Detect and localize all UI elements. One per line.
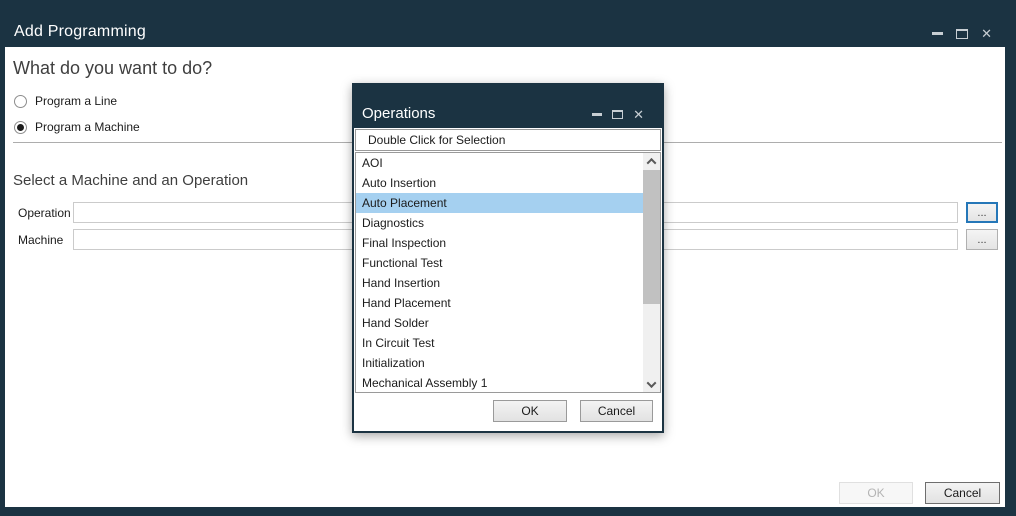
operation-list-item[interactable]: Functional Test	[356, 253, 643, 273]
operations-cancel-button[interactable]: Cancel	[580, 400, 653, 422]
list-column-header: Double Click for Selection	[355, 129, 661, 151]
radio-program-a-machine[interactable]: Program a Machine	[14, 119, 140, 135]
operations-dialog-title: Operations	[362, 105, 435, 122]
selection-heading: Select a Machine and an Operation	[13, 172, 248, 189]
close-icon: ✕	[981, 27, 992, 40]
minimize-button[interactable]	[592, 113, 602, 116]
operations-titlebar[interactable]: Operations ✕	[352, 83, 664, 128]
operations-list: AOI Auto Insertion Auto Placement Diagno…	[355, 152, 661, 393]
operation-list-item[interactable]: Initialization	[356, 353, 643, 373]
operation-list-item[interactable]: Auto Insertion	[356, 173, 643, 193]
machine-label: Machine	[18, 233, 63, 247]
operation-list-item[interactable]: Hand Insertion	[356, 273, 643, 293]
close-icon: ✕	[633, 108, 644, 121]
operations-dialog: Operations ✕ Double Click for Selection …	[352, 83, 664, 433]
maximize-icon	[956, 29, 968, 39]
radio-label: Program a Line	[35, 94, 117, 108]
close-button[interactable]: ✕	[633, 108, 644, 121]
operation-list-item[interactable]: Diagnostics	[356, 213, 643, 233]
operation-browse-button[interactable]: ...	[966, 202, 998, 223]
scroll-up-button[interactable]	[643, 153, 660, 169]
add-programming-window: Add Programming ✕ What do you want to do…	[0, 0, 1016, 516]
operation-list-item[interactable]: Final Inspection	[356, 233, 643, 253]
operations-dialog-content: Double Click for Selection AOI Auto Inse…	[354, 128, 662, 431]
cancel-button[interactable]: Cancel	[925, 482, 1000, 504]
maximize-button[interactable]	[956, 29, 968, 39]
minimize-button[interactable]	[932, 32, 943, 35]
scrollbar-thumb[interactable]	[643, 170, 660, 304]
maximize-button[interactable]	[612, 110, 623, 119]
main-window-controls: ✕	[932, 27, 992, 40]
ok-button[interactable]: OK	[839, 482, 913, 504]
minimize-icon	[932, 32, 943, 35]
window-title: Add Programming	[14, 23, 146, 41]
radio-selected-icon	[14, 121, 27, 134]
operation-list-item[interactable]: Mechanical Assembly 1	[356, 373, 643, 393]
close-button[interactable]: ✕	[981, 27, 992, 40]
operation-label: Operation	[18, 206, 71, 220]
scroll-down-button[interactable]	[643, 376, 660, 392]
question-heading: What do you want to do?	[13, 58, 212, 79]
chevron-down-icon	[647, 378, 657, 388]
list-scrollbar[interactable]	[643, 153, 660, 392]
chevron-up-icon	[647, 157, 657, 167]
operations-ok-button[interactable]: OK	[493, 400, 567, 422]
radio-program-a-line[interactable]: Program a Line	[14, 93, 117, 109]
operation-list-item[interactable]: In Circuit Test	[356, 333, 643, 353]
minimize-icon	[592, 113, 602, 116]
operations-window-controls: ✕	[592, 108, 644, 121]
radio-unselected-icon	[14, 95, 27, 108]
operation-list-item[interactable]: Hand Solder	[356, 313, 643, 333]
operation-list-item[interactable]: AOI	[356, 153, 643, 173]
operation-list-item-selected[interactable]: Auto Placement	[356, 193, 643, 213]
main-titlebar[interactable]: Add Programming ✕	[0, 0, 1016, 47]
operation-list-item[interactable]: Hand Placement	[356, 293, 643, 313]
radio-label: Program a Machine	[35, 120, 140, 134]
machine-browse-button[interactable]: ...	[966, 229, 998, 250]
maximize-icon	[612, 110, 623, 119]
